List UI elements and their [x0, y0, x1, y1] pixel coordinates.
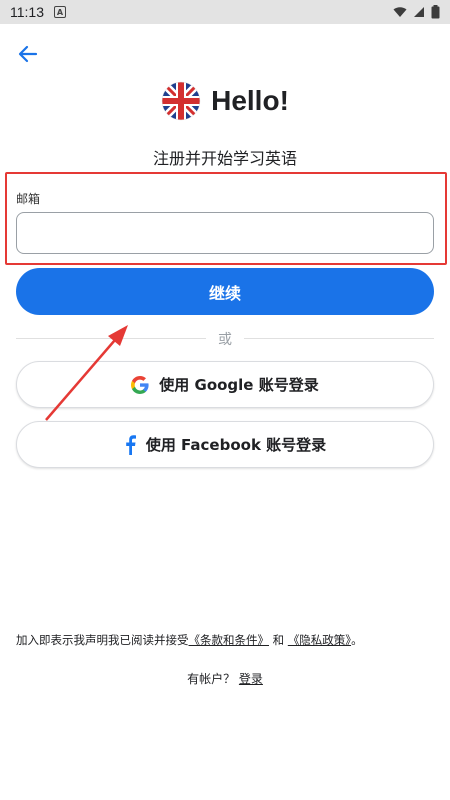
terms-text: 加入即表示我声明我已阅读并接受《条款和条件》 和 《隐私政策》。 [16, 632, 446, 648]
wifi-icon [393, 7, 407, 17]
signal-icon [414, 7, 424, 17]
status-icons [393, 5, 440, 19]
battery-icon [431, 5, 440, 19]
login-link[interactable]: 登录 [239, 672, 263, 686]
privacy-link[interactable]: 《隐私政策》 [288, 633, 351, 647]
email-label: 邮箱 [16, 192, 41, 206]
page-subtitle: 注册并开始学习英语 [152, 149, 297, 168]
facebook-login-label: 使用 Facebook 账号登录 [145, 436, 327, 454]
notification-icon: A [54, 6, 66, 18]
have-account-row: 有帐户？ 登录 [0, 670, 450, 687]
brand-header: Hello! [0, 78, 450, 124]
facebook-login-button[interactable]: 使用 Facebook 账号登录 [16, 421, 434, 468]
uk-flag-icon [161, 81, 201, 121]
back-button[interactable] [14, 40, 42, 68]
have-account-text: 有帐户？ [187, 672, 236, 686]
terms-link[interactable]: 《条款和条件》 [189, 633, 270, 647]
status-bar: 11:13 A [0, 0, 450, 24]
email-field[interactable] [16, 212, 434, 254]
arrow-left-icon [18, 45, 38, 63]
page-title: Hello! [211, 85, 289, 116]
terms-and: 和 [272, 633, 285, 647]
continue-button[interactable]: 继续 [16, 268, 434, 315]
terms-suffix: 。 [351, 633, 363, 647]
divider-text: 或 [218, 332, 232, 348]
google-login-button[interactable]: 使用 Google 账号登录 [16, 361, 434, 408]
terms-prefix: 加入即表示我声明我已阅读并接受 [16, 633, 189, 647]
facebook-icon [126, 434, 136, 455]
google-icon [131, 375, 149, 394]
google-login-label: 使用 Google 账号登录 [159, 376, 319, 394]
status-time: 11:13 [10, 4, 44, 20]
